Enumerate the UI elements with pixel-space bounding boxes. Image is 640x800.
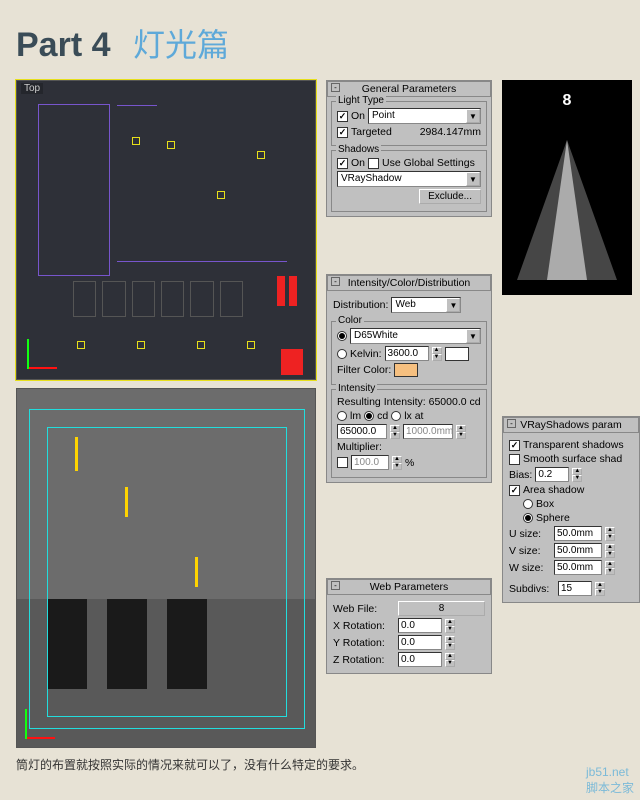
chevron-down-icon: ▼	[446, 298, 460, 312]
axis-gizmo-persp	[25, 699, 65, 739]
shadow-type-dropdown[interactable]: VRayShadow▼	[337, 171, 481, 187]
axis-gizmo	[27, 329, 67, 369]
chevron-down-icon: ▼	[466, 109, 480, 123]
usize-input[interactable]: 50.0mm	[554, 526, 602, 541]
smooth-surface-checkbox[interactable]	[509, 454, 520, 465]
intensity-input[interactable]: 65000.0	[337, 424, 387, 439]
chevron-down-icon: ▼	[466, 329, 480, 343]
resulting-intensity: Resulting Intensity: 65000.0 cd	[337, 396, 481, 408]
multiplier-spinner[interactable]: ▲▼	[392, 456, 402, 470]
vsize-spinner[interactable]: ▲▼	[605, 544, 615, 558]
caption-text: 筒灯的布置就按照实际的情况来就可以了，没有什么特定的要求。	[16, 756, 364, 773]
rollout-general-parameters: -General Parameters Light Type On Point▼…	[326, 80, 492, 217]
ies-preview-label: 8	[502, 80, 632, 116]
wsize-input[interactable]: 50.0mm	[554, 560, 602, 575]
yrot-input[interactable]: 0.0	[398, 635, 442, 650]
xrot-spinner[interactable]: ▲▼	[445, 619, 455, 633]
kelvin-radio[interactable]	[337, 349, 347, 359]
rollout-header[interactable]: -VRayShadows param	[503, 417, 639, 433]
collapse-icon[interactable]: -	[331, 277, 340, 286]
subdivs-input[interactable]: 15	[558, 581, 592, 596]
chevron-down-icon: ▼	[466, 172, 480, 186]
targeted-value: 2984.147mm	[420, 126, 481, 138]
kelvin-input[interactable]: 3600.0	[385, 346, 429, 361]
area-shadow-checkbox[interactable]	[509, 485, 520, 496]
distribution-dropdown[interactable]: Web▼	[391, 297, 461, 313]
viewport-top[interactable]: Top	[16, 80, 316, 380]
rollout-header[interactable]: -Intensity/Color/Distribution	[327, 275, 491, 291]
wsize-spinner[interactable]: ▲▼	[605, 561, 615, 575]
subdivs-spinner[interactable]: ▲▼	[595, 582, 605, 596]
viewport-perspective[interactable]: Persp	[16, 388, 316, 748]
rollout-intensity-color-distribution: -Intensity/Color/Distribution Distributi…	[326, 274, 492, 483]
exclude-button[interactable]: Exclude...	[419, 189, 481, 204]
unit-cd-radio[interactable]	[364, 411, 374, 421]
kelvin-spinner[interactable]: ▲▼	[432, 347, 442, 361]
shape-box-radio[interactable]	[523, 499, 533, 509]
page-title-sub: 灯光篇	[133, 27, 229, 63]
kelvin-swatch[interactable]	[445, 347, 469, 361]
rollout-header[interactable]: -Web Parameters	[327, 579, 491, 595]
bias-spinner[interactable]: ▲▼	[572, 468, 582, 482]
intensity-distance-input: 1000.0mm	[403, 424, 453, 439]
viewport-top-label: Top	[21, 83, 43, 94]
intensity-spinner[interactable]: ▲▼	[390, 425, 400, 439]
transparent-shadows-checkbox[interactable]	[509, 440, 520, 451]
rollout-vrayshadows: -VRayShadows param Transparent shadows S…	[502, 416, 640, 603]
light-type-dropdown[interactable]: Point▼	[368, 108, 481, 124]
web-file-button[interactable]: 8	[398, 601, 485, 616]
color-preset-radio[interactable]	[337, 331, 347, 341]
usize-spinner[interactable]: ▲▼	[605, 527, 615, 541]
shadows-on-checkbox[interactable]	[337, 158, 348, 169]
xrot-input[interactable]: 0.0	[398, 618, 442, 633]
use-global-checkbox[interactable]	[368, 158, 379, 169]
zrot-input[interactable]: 0.0	[398, 652, 442, 667]
ies-preview: 8	[502, 80, 632, 295]
watermark: jb51.net脚本之家	[586, 765, 634, 796]
unit-lm-radio[interactable]	[337, 411, 347, 421]
zrot-spinner[interactable]: ▲▼	[445, 653, 455, 667]
filter-color-swatch[interactable]	[394, 363, 418, 377]
light-on-checkbox[interactable]	[337, 111, 348, 122]
bias-input[interactable]: 0.2	[535, 467, 569, 482]
targeted-checkbox[interactable]	[337, 127, 348, 138]
multiplier-checkbox[interactable]	[337, 457, 348, 468]
vsize-input[interactable]: 50.0mm	[554, 543, 602, 558]
color-preset-dropdown[interactable]: D65White▼	[350, 328, 481, 344]
rollout-web-parameters: -Web Parameters Web File: 8 X Rotation: …	[326, 578, 492, 674]
page-title-part: Part 4	[16, 26, 111, 64]
multiplier-input[interactable]: 100.0	[351, 455, 389, 470]
intensity-distance-spinner: ▲▼	[456, 425, 466, 439]
collapse-icon[interactable]: -	[331, 581, 340, 590]
collapse-icon[interactable]: -	[331, 83, 340, 92]
yrot-spinner[interactable]: ▲▼	[445, 636, 455, 650]
collapse-icon[interactable]: -	[507, 419, 516, 428]
shape-sphere-radio[interactable]	[523, 513, 533, 523]
unit-lxat-radio[interactable]	[391, 411, 401, 421]
